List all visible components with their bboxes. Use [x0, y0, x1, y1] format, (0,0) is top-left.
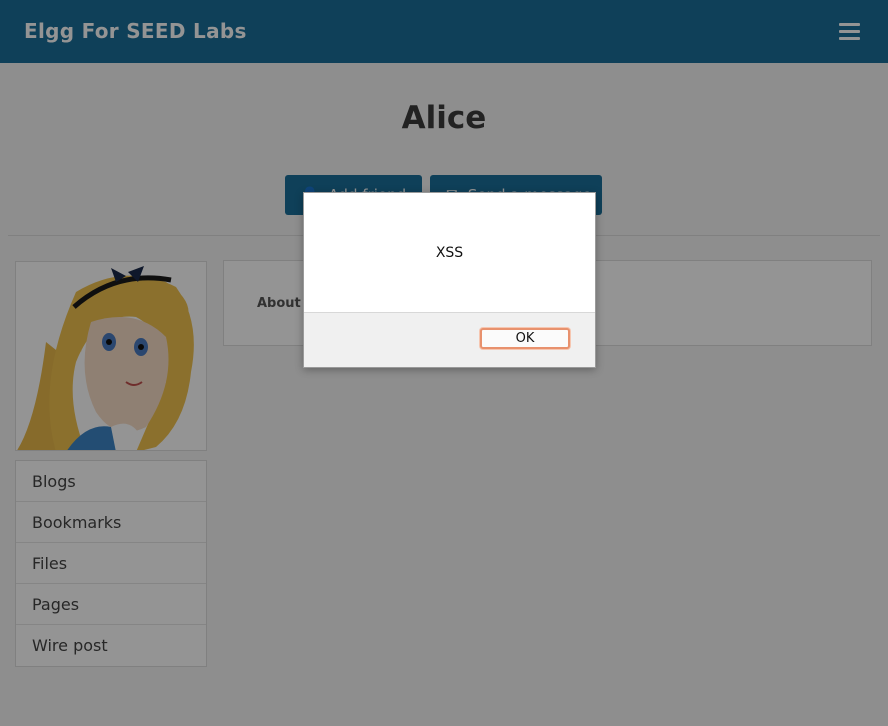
alert-message: XSS	[435, 245, 464, 261]
alert-footer: OK	[304, 312, 595, 367]
ok-button[interactable]: OK	[480, 328, 570, 349]
alert-dialog: XSS OK	[303, 192, 596, 368]
